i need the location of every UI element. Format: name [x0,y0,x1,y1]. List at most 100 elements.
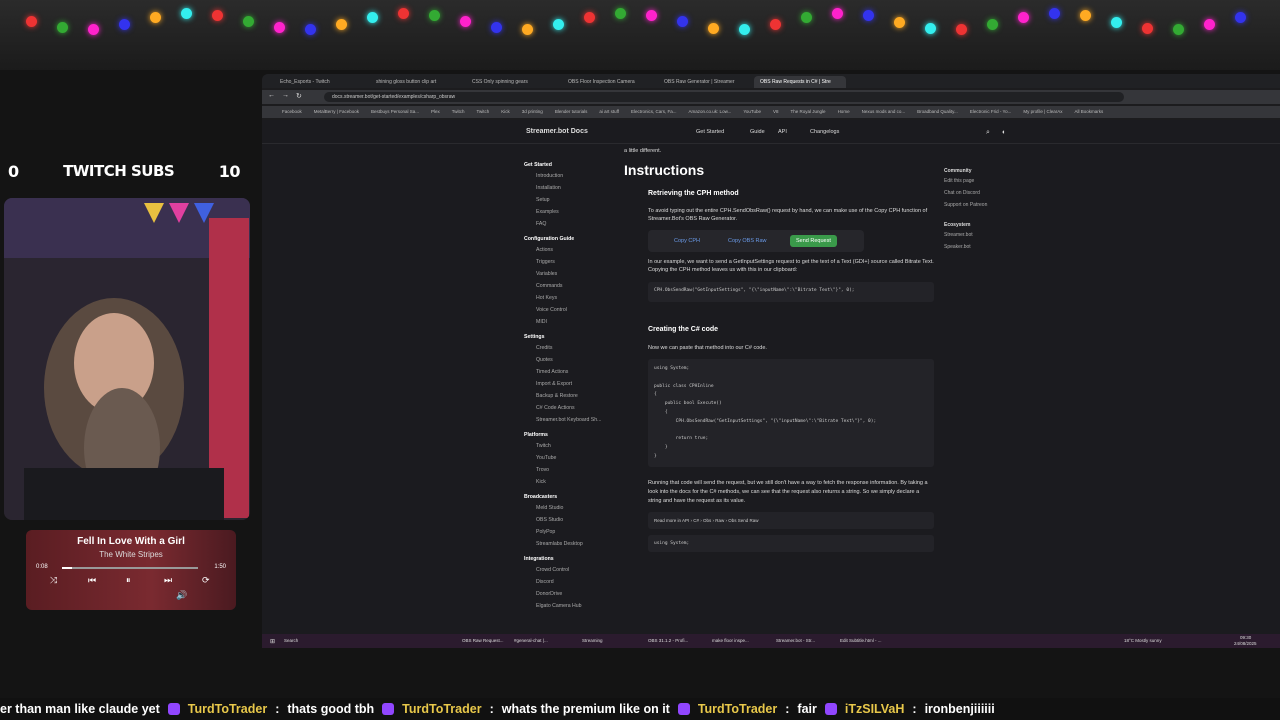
sidebar-item[interactable]: Actions [524,244,622,256]
taskbar-search[interactable]: Search [284,638,298,643]
bookmark-item[interactable]: Electronics, Cars, Fa... [631,109,677,114]
reload-icon[interactable]: ↻ [296,92,302,100]
bookmark-item[interactable]: Plex [431,109,440,114]
sidebar-item[interactable]: Commands [524,280,622,292]
sidebar-item[interactable]: PolyPop [524,526,622,538]
sidebar-item[interactable]: Examples [524,206,622,218]
bookmark-item[interactable]: The Royal Jungle [791,109,826,114]
bookmark-item[interactable]: V8 [773,109,779,114]
shuffle-icon[interactable]: ⤨ [50,575,57,586]
sidebar-item[interactable]: YouTube [524,452,622,464]
chat-username[interactable]: TurdToTrader [698,702,777,716]
bookmark-item[interactable]: Home [838,109,850,114]
code-block-csharp[interactable]: using System; public class CPHInline { p… [648,359,934,468]
previous-icon[interactable]: ⏮ [88,575,96,586]
sidebar-item[interactable]: Streamer.bot Keyboard Sh... [524,414,622,426]
url-field[interactable]: docs.streamer.bot/get-started/examples/c… [324,92,1124,102]
browser-tab[interactable]: OBS Raw Requests in C# | Stre [754,76,846,88]
sidebar-item[interactable]: Triggers [524,256,622,268]
volume-icon[interactable]: 🔊 [176,590,187,601]
sidebar-item[interactable]: Quotes [524,354,622,366]
nav-changelogs[interactable]: Changelogs [810,129,839,135]
next-icon[interactable]: ⏭ [164,575,172,586]
taskbar-item-subtitle[interactable]: Edit Subtitle.html - ... [840,638,882,643]
forward-icon[interactable]: → [282,92,289,99]
sidebar-item[interactable]: C# Code Actions [524,402,622,414]
bookmark-item[interactable]: Twitch [477,109,490,114]
patreon-link[interactable]: Support on Patreon [944,202,1024,208]
site-logo[interactable]: Streamer.bot Docs [526,128,588,135]
sidebar-item[interactable]: MIDI [524,316,622,328]
sidebar-item[interactable]: Credits [524,342,622,354]
clock-time[interactable]: 09:30 [1240,635,1251,640]
bookmark-item[interactable]: All Bookmarks [1075,109,1104,114]
back-icon[interactable]: ← [268,92,275,99]
sidebar-section-heading[interactable]: Settings [524,334,622,340]
sidebar-item[interactable]: Backup & Restore [524,390,622,402]
clock-date[interactable]: 24/08/2025 [1234,641,1257,646]
copy-cph-button[interactable]: Copy CPH [674,238,700,244]
send-request-button[interactable]: Send Request [790,234,837,247]
browser-tab[interactable]: CSS Only spinning gears [466,76,558,88]
discord-link[interactable]: Chat on Discord [944,190,1024,196]
sidebar-item[interactable]: Twitch [524,440,622,452]
theme-toggle-icon[interactable]: ◐ [1002,129,1006,136]
bookmark-item[interactable]: 3d printing [522,109,543,114]
sidebar-item[interactable]: Installation [524,182,622,194]
sidebar-item[interactable]: DonorDrive [524,588,622,600]
progress-bar[interactable] [62,567,198,569]
read-more-link[interactable]: Read more in API › C# › Obs › Raw › Obs … [648,511,934,529]
sidebar-item[interactable]: Introduction [524,170,622,182]
nav-api[interactable]: API [778,129,787,135]
bookmark-item[interactable]: MetalBerry | Facebook [314,109,359,114]
chat-username[interactable]: TurdToTrader [188,702,267,716]
sidebar-item[interactable]: Trovo [524,464,622,476]
taskbar-item-streaming[interactable]: Streaming [582,638,603,643]
sidebar-item[interactable]: Meld Studio [524,502,622,514]
sidebar-item[interactable]: Import & Export [524,378,622,390]
taskbar-item-editor[interactable]: make floor inspe... [712,638,749,643]
browser-tab[interactable]: OBS Raw Generator | Streamer [658,76,750,88]
bookmark-item[interactable]: Electronic Frid - Yo... [970,109,1012,114]
sidebar-section-heading[interactable]: Get Started [524,162,622,168]
bookmark-item[interactable]: YouTube [743,109,761,114]
bookmark-item[interactable]: Broadband Quality... [917,109,958,114]
sidebar-item[interactable]: Timed Actions [524,366,622,378]
taskbar-item-obs[interactable]: OBS 31.1.2 - Profi... [648,638,688,643]
sidebar-item[interactable]: Variables [524,268,622,280]
sidebar-section-heading[interactable]: Configuration Guide [524,236,622,242]
sidebar-section-heading[interactable]: Platforms [524,432,622,438]
taskbar-item-chrome[interactable]: OBS Raw Request... [462,638,504,643]
code-block-3[interactable]: using System; [648,534,934,552]
sidebar-item[interactable]: OBS Studio [524,514,622,526]
sidebar-item[interactable]: Streamlabs Desktop [524,538,622,550]
sidebar-item[interactable]: FAQ [524,218,622,230]
bookmark-item[interactable]: Kick [501,109,510,114]
browser-tab[interactable]: shining gloss button clip art [370,76,462,88]
bookmark-item[interactable]: Blender tutorials [555,109,588,114]
bookmark-item[interactable]: ai art stuff [599,109,619,114]
chat-username[interactable]: TurdToTrader [402,702,481,716]
taskbar-item-discord[interactable]: #general-chat |... [514,638,548,643]
sidebar-section-heading[interactable]: Integrations [524,556,622,562]
start-icon[interactable]: ⊞ [270,638,275,645]
speakerbot-link[interactable]: Speaker.bot [944,244,1024,250]
sidebar-item[interactable]: Voice Control [524,304,622,316]
bookmark-item[interactable]: My profile | ClearAx [1023,109,1062,114]
copy-obs-raw-button[interactable]: Copy OBS Raw [728,238,767,244]
pause-icon[interactable]: ⏸ [126,575,131,586]
browser-tab[interactable]: OBS Floor Inspection Camera [562,76,654,88]
sidebar-item[interactable]: Elgato Camera Hub [524,600,622,612]
streamerbot-link[interactable]: Streamer.bot [944,232,1024,238]
bookmark-item[interactable]: Bestbuys Personal Sa... [371,109,419,114]
sidebar-item[interactable]: Kick [524,476,622,488]
sidebar-item[interactable]: Hot Keys [524,292,622,304]
taskbar-item-streamerbot[interactable]: Streamer.bot - Str... [776,638,815,643]
sidebar-item[interactable]: Setup [524,194,622,206]
search-icon[interactable]: ⌕ [986,129,990,137]
bookmark-item[interactable]: Nexus mods and co... [862,109,906,114]
code-block-cph[interactable]: CPH.ObsSendRaw("GetInputSettings", "{\"i… [648,282,934,302]
bookmark-item[interactable]: Twitch [452,109,465,114]
bookmark-item[interactable]: Amazon.co.uk: Low... [689,109,732,114]
bookmark-item[interactable]: Facebook [282,109,302,114]
